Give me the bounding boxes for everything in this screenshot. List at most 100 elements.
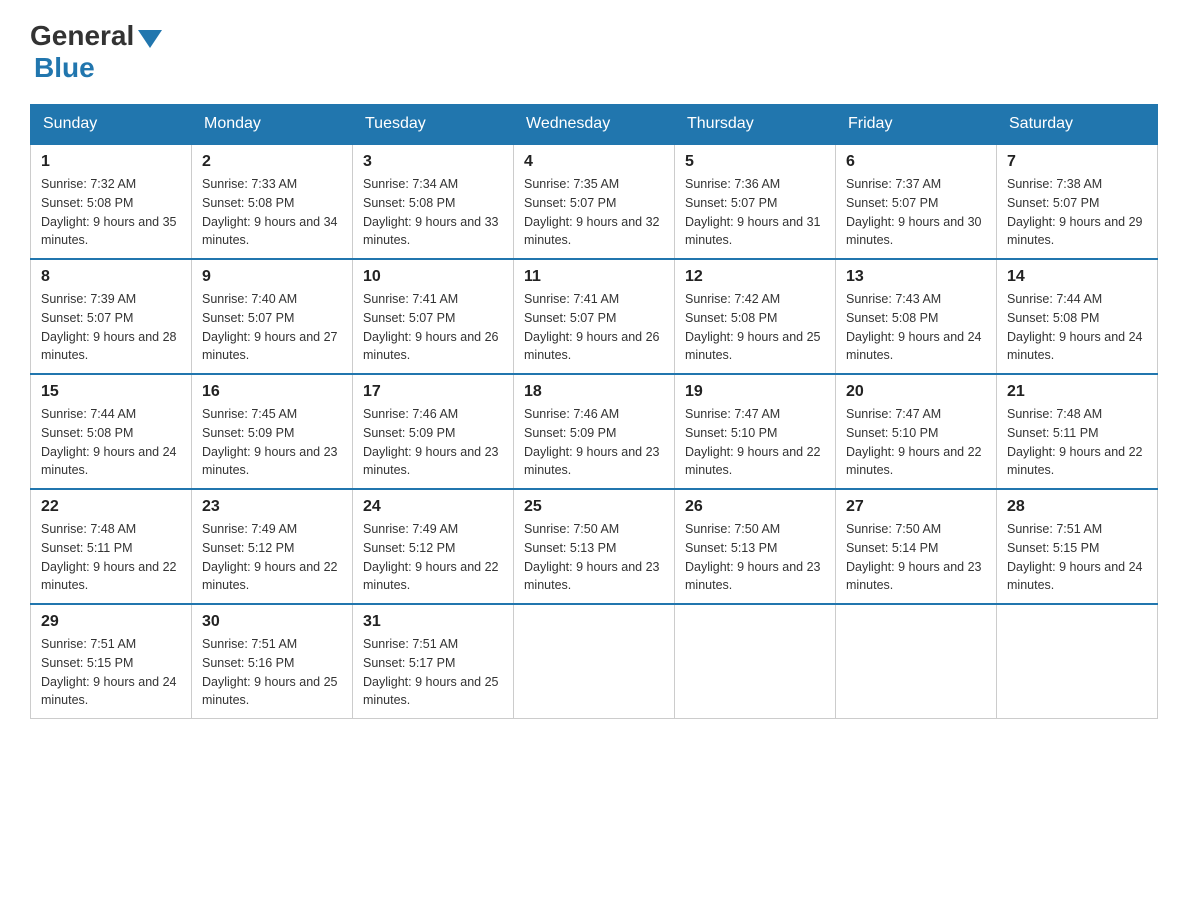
- header-wednesday: Wednesday: [514, 105, 675, 145]
- day-number: 12: [685, 268, 825, 286]
- day-cell-31: 31 Sunrise: 7:51 AM Sunset: 5:17 PM Dayl…: [353, 604, 514, 719]
- day-cell-12: 12 Sunrise: 7:42 AM Sunset: 5:08 PM Dayl…: [675, 259, 836, 374]
- day-info: Sunrise: 7:48 AM Sunset: 5:11 PM Dayligh…: [1007, 405, 1147, 480]
- day-info: Sunrise: 7:50 AM Sunset: 5:14 PM Dayligh…: [846, 520, 986, 595]
- calendar-header-row: SundayMondayTuesdayWednesdayThursdayFrid…: [31, 105, 1158, 145]
- day-cell-26: 26 Sunrise: 7:50 AM Sunset: 5:13 PM Dayl…: [675, 489, 836, 604]
- day-info: Sunrise: 7:40 AM Sunset: 5:07 PM Dayligh…: [202, 290, 342, 365]
- week-row-2: 8 Sunrise: 7:39 AM Sunset: 5:07 PM Dayli…: [31, 259, 1158, 374]
- day-info: Sunrise: 7:51 AM Sunset: 5:15 PM Dayligh…: [1007, 520, 1147, 595]
- day-cell-30: 30 Sunrise: 7:51 AM Sunset: 5:16 PM Dayl…: [192, 604, 353, 719]
- day-number: 23: [202, 498, 342, 516]
- day-number: 16: [202, 383, 342, 401]
- logo-general-text: General: [30, 20, 134, 52]
- day-info: Sunrise: 7:49 AM Sunset: 5:12 PM Dayligh…: [363, 520, 503, 595]
- day-cell-14: 14 Sunrise: 7:44 AM Sunset: 5:08 PM Dayl…: [997, 259, 1158, 374]
- day-info: Sunrise: 7:39 AM Sunset: 5:07 PM Dayligh…: [41, 290, 181, 365]
- day-info: Sunrise: 7:37 AM Sunset: 5:07 PM Dayligh…: [846, 175, 986, 250]
- day-number: 27: [846, 498, 986, 516]
- day-cell-22: 22 Sunrise: 7:48 AM Sunset: 5:11 PM Dayl…: [31, 489, 192, 604]
- day-number: 1: [41, 153, 181, 171]
- day-number: 9: [202, 268, 342, 286]
- day-info: Sunrise: 7:36 AM Sunset: 5:07 PM Dayligh…: [685, 175, 825, 250]
- day-cell-11: 11 Sunrise: 7:41 AM Sunset: 5:07 PM Dayl…: [514, 259, 675, 374]
- day-number: 17: [363, 383, 503, 401]
- day-cell-10: 10 Sunrise: 7:41 AM Sunset: 5:07 PM Dayl…: [353, 259, 514, 374]
- day-number: 29: [41, 613, 181, 631]
- day-info: Sunrise: 7:50 AM Sunset: 5:13 PM Dayligh…: [524, 520, 664, 595]
- day-info: Sunrise: 7:46 AM Sunset: 5:09 PM Dayligh…: [363, 405, 503, 480]
- day-number: 25: [524, 498, 664, 516]
- week-row-5: 29 Sunrise: 7:51 AM Sunset: 5:15 PM Dayl…: [31, 604, 1158, 719]
- day-cell-23: 23 Sunrise: 7:49 AM Sunset: 5:12 PM Dayl…: [192, 489, 353, 604]
- day-info: Sunrise: 7:48 AM Sunset: 5:11 PM Dayligh…: [41, 520, 181, 595]
- day-cell-8: 8 Sunrise: 7:39 AM Sunset: 5:07 PM Dayli…: [31, 259, 192, 374]
- day-number: 10: [363, 268, 503, 286]
- day-info: Sunrise: 7:44 AM Sunset: 5:08 PM Dayligh…: [1007, 290, 1147, 365]
- page-header: General Blue: [30, 20, 1158, 84]
- day-info: Sunrise: 7:51 AM Sunset: 5:17 PM Dayligh…: [363, 635, 503, 710]
- day-number: 18: [524, 383, 664, 401]
- day-info: Sunrise: 7:38 AM Sunset: 5:07 PM Dayligh…: [1007, 175, 1147, 250]
- day-info: Sunrise: 7:35 AM Sunset: 5:07 PM Dayligh…: [524, 175, 664, 250]
- day-number: 31: [363, 613, 503, 631]
- day-cell-1: 1 Sunrise: 7:32 AM Sunset: 5:08 PM Dayli…: [31, 144, 192, 259]
- day-cell-3: 3 Sunrise: 7:34 AM Sunset: 5:08 PM Dayli…: [353, 144, 514, 259]
- day-number: 21: [1007, 383, 1147, 401]
- logo: General Blue: [30, 20, 162, 84]
- day-cell-20: 20 Sunrise: 7:47 AM Sunset: 5:10 PM Dayl…: [836, 374, 997, 489]
- day-cell-6: 6 Sunrise: 7:37 AM Sunset: 5:07 PM Dayli…: [836, 144, 997, 259]
- day-info: Sunrise: 7:43 AM Sunset: 5:08 PM Dayligh…: [846, 290, 986, 365]
- day-number: 5: [685, 153, 825, 171]
- empty-cell-w4-d6: [997, 604, 1158, 719]
- day-number: 28: [1007, 498, 1147, 516]
- day-cell-29: 29 Sunrise: 7:51 AM Sunset: 5:15 PM Dayl…: [31, 604, 192, 719]
- day-info: Sunrise: 7:47 AM Sunset: 5:10 PM Dayligh…: [685, 405, 825, 480]
- day-cell-13: 13 Sunrise: 7:43 AM Sunset: 5:08 PM Dayl…: [836, 259, 997, 374]
- day-number: 20: [846, 383, 986, 401]
- day-info: Sunrise: 7:51 AM Sunset: 5:16 PM Dayligh…: [202, 635, 342, 710]
- day-info: Sunrise: 7:44 AM Sunset: 5:08 PM Dayligh…: [41, 405, 181, 480]
- day-info: Sunrise: 7:45 AM Sunset: 5:09 PM Dayligh…: [202, 405, 342, 480]
- day-cell-25: 25 Sunrise: 7:50 AM Sunset: 5:13 PM Dayl…: [514, 489, 675, 604]
- day-cell-7: 7 Sunrise: 7:38 AM Sunset: 5:07 PM Dayli…: [997, 144, 1158, 259]
- day-cell-15: 15 Sunrise: 7:44 AM Sunset: 5:08 PM Dayl…: [31, 374, 192, 489]
- day-info: Sunrise: 7:47 AM Sunset: 5:10 PM Dayligh…: [846, 405, 986, 480]
- header-saturday: Saturday: [997, 105, 1158, 145]
- day-number: 6: [846, 153, 986, 171]
- day-cell-4: 4 Sunrise: 7:35 AM Sunset: 5:07 PM Dayli…: [514, 144, 675, 259]
- header-sunday: Sunday: [31, 105, 192, 145]
- week-row-4: 22 Sunrise: 7:48 AM Sunset: 5:11 PM Dayl…: [31, 489, 1158, 604]
- day-cell-19: 19 Sunrise: 7:47 AM Sunset: 5:10 PM Dayl…: [675, 374, 836, 489]
- header-tuesday: Tuesday: [353, 105, 514, 145]
- logo-blue-text: Blue: [34, 52, 95, 84]
- day-number: 19: [685, 383, 825, 401]
- day-info: Sunrise: 7:50 AM Sunset: 5:13 PM Dayligh…: [685, 520, 825, 595]
- day-cell-28: 28 Sunrise: 7:51 AM Sunset: 5:15 PM Dayl…: [997, 489, 1158, 604]
- day-number: 22: [41, 498, 181, 516]
- day-info: Sunrise: 7:41 AM Sunset: 5:07 PM Dayligh…: [524, 290, 664, 365]
- day-number: 11: [524, 268, 664, 286]
- day-number: 26: [685, 498, 825, 516]
- day-info: Sunrise: 7:34 AM Sunset: 5:08 PM Dayligh…: [363, 175, 503, 250]
- day-info: Sunrise: 7:32 AM Sunset: 5:08 PM Dayligh…: [41, 175, 181, 250]
- day-number: 13: [846, 268, 986, 286]
- day-cell-2: 2 Sunrise: 7:33 AM Sunset: 5:08 PM Dayli…: [192, 144, 353, 259]
- calendar-table: SundayMondayTuesdayWednesdayThursdayFrid…: [30, 104, 1158, 719]
- day-number: 15: [41, 383, 181, 401]
- day-info: Sunrise: 7:49 AM Sunset: 5:12 PM Dayligh…: [202, 520, 342, 595]
- day-cell-24: 24 Sunrise: 7:49 AM Sunset: 5:12 PM Dayl…: [353, 489, 514, 604]
- header-monday: Monday: [192, 105, 353, 145]
- day-cell-16: 16 Sunrise: 7:45 AM Sunset: 5:09 PM Dayl…: [192, 374, 353, 489]
- day-info: Sunrise: 7:46 AM Sunset: 5:09 PM Dayligh…: [524, 405, 664, 480]
- day-cell-5: 5 Sunrise: 7:36 AM Sunset: 5:07 PM Dayli…: [675, 144, 836, 259]
- empty-cell-w4-d3: [514, 604, 675, 719]
- day-number: 4: [524, 153, 664, 171]
- header-thursday: Thursday: [675, 105, 836, 145]
- header-friday: Friday: [836, 105, 997, 145]
- day-cell-27: 27 Sunrise: 7:50 AM Sunset: 5:14 PM Dayl…: [836, 489, 997, 604]
- week-row-3: 15 Sunrise: 7:44 AM Sunset: 5:08 PM Dayl…: [31, 374, 1158, 489]
- day-number: 8: [41, 268, 181, 286]
- day-cell-18: 18 Sunrise: 7:46 AM Sunset: 5:09 PM Dayl…: [514, 374, 675, 489]
- day-info: Sunrise: 7:42 AM Sunset: 5:08 PM Dayligh…: [685, 290, 825, 365]
